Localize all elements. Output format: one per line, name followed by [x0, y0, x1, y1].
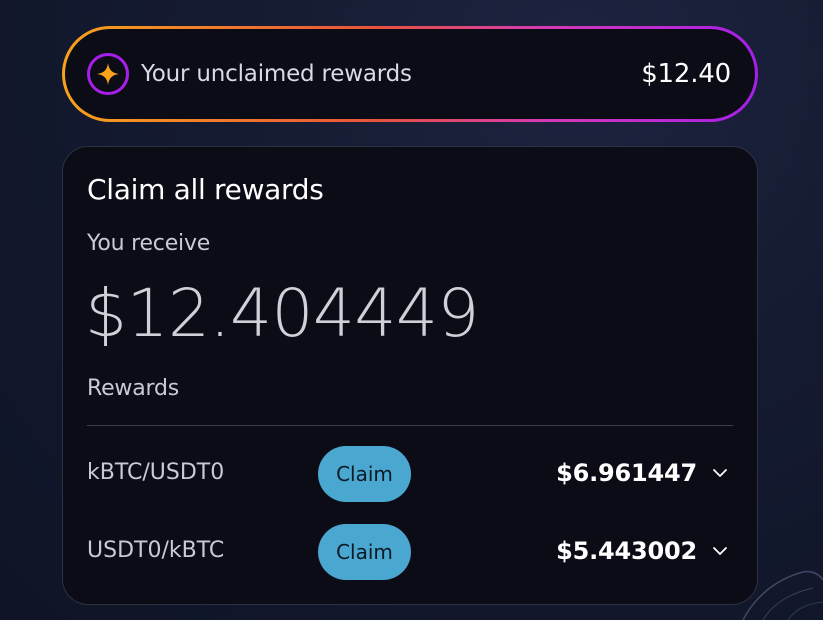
reward-pair-name: USDT0/kBTC: [87, 538, 225, 563]
claim-rewards-card: Claim all rewards You receive $12.404449…: [62, 146, 758, 605]
chevron-down-icon[interactable]: [711, 464, 729, 482]
unclaimed-rewards-banner-inner: Your unclaimed rewards $12.40: [65, 29, 755, 119]
reward-pair-name: kBTC/USDT0: [87, 460, 225, 485]
divider: [87, 425, 733, 426]
rewards-section-label: Rewards: [87, 376, 179, 401]
sparkle-star-icon: [87, 53, 129, 95]
receive-amount: $12.404449: [85, 275, 479, 352]
reward-row: kBTC/USDT0 Claim $6.961447: [87, 446, 733, 502]
unclaimed-rewards-banner: Your unclaimed rewards $12.40: [62, 26, 758, 122]
unclaimed-rewards-label: Your unclaimed rewards: [141, 61, 412, 87]
claim-button[interactable]: Claim: [318, 446, 411, 502]
card-title: Claim all rewards: [87, 173, 324, 206]
reward-row: USDT0/kBTC Claim $5.443002: [87, 524, 733, 580]
claim-button[interactable]: Claim: [318, 524, 411, 580]
unclaimed-rewards-amount: $12.40: [641, 59, 731, 89]
reward-amount: $5.443002: [556, 537, 697, 565]
receive-label: You receive: [87, 231, 211, 256]
chevron-down-icon[interactable]: [711, 542, 729, 560]
reward-amount: $6.961447: [556, 459, 697, 487]
